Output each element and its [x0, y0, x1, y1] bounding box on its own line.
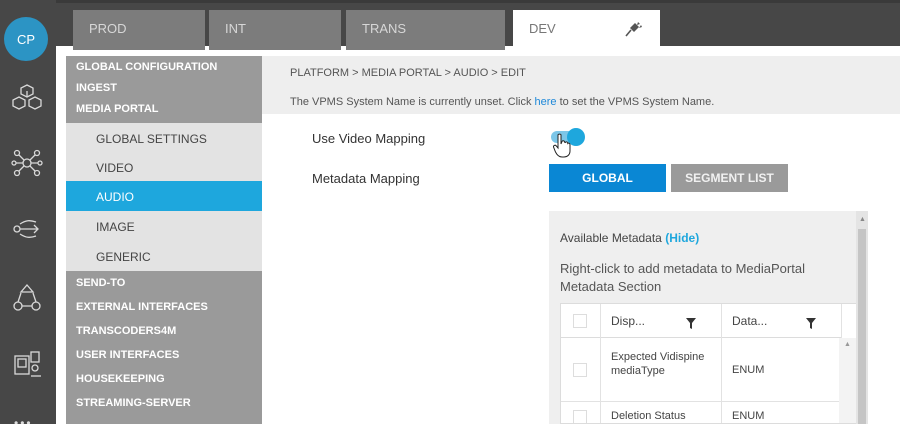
- scroll-up-icon[interactable]: ▲: [859, 216, 866, 223]
- app-logo[interactable]: CP: [4, 17, 48, 61]
- metadata-mapping-label: Metadata Mapping: [312, 171, 420, 186]
- use-video-mapping-label: Use Video Mapping: [312, 131, 426, 146]
- grid-scrollbar[interactable]: ▲: [839, 338, 856, 423]
- nav-generic[interactable]: GENERIC: [66, 241, 262, 271]
- metadata-grid: Disp... Data... Expected Vidispine media…: [560, 303, 857, 424]
- select-all-checkbox[interactable]: [573, 314, 587, 328]
- table-row[interactable]: Expected Vidispine mediaType ENUM: [561, 338, 841, 402]
- table-row[interactable]: Deletion Status ENUM: [561, 402, 841, 423]
- network-icon[interactable]: [10, 146, 44, 180]
- nav-transcoders4m[interactable]: TRANSCODERS4M: [66, 319, 262, 343]
- nav-external-interfaces[interactable]: EXTERNAL INTERFACES: [66, 295, 262, 319]
- column-display-name[interactable]: Disp...: [611, 314, 645, 328]
- scroll-up-icon[interactable]: ▲: [844, 341, 851, 348]
- icon-rail: CP •••: [0, 0, 56, 424]
- segment-list-button[interactable]: SEGMENT LIST: [671, 164, 788, 192]
- header-bar: PLATFORM > MEDIA PORTAL > AUDIO > EDIT T…: [262, 56, 900, 114]
- nav-housekeeping[interactable]: HOUSEKEEPING: [66, 367, 262, 391]
- notice-text-after: to set the VPMS System Name.: [556, 96, 715, 108]
- row-display-name: Deletion Status: [611, 410, 686, 422]
- available-metadata-heading: Available Metadata: [560, 231, 662, 245]
- tab-dev[interactable]: DEV: [513, 10, 660, 50]
- nav-streaming-server[interactable]: STREAMING-SERVER: [66, 391, 262, 415]
- tab-trans[interactable]: TRANS: [346, 10, 505, 50]
- system-name-notice: The VPMS System Name is currently unset.…: [290, 96, 714, 108]
- breadcrumb: PLATFORM > MEDIA PORTAL > AUDIO > EDIT: [290, 67, 526, 79]
- nav-global-settings[interactable]: GLOBAL SETTINGS: [66, 123, 262, 152]
- metadata-hint: Right-click to add metadata to MediaPort…: [560, 261, 805, 294]
- tab-dev-label: DEV: [529, 21, 556, 36]
- tab-int[interactable]: INT: [209, 10, 341, 50]
- notice-text-before: The VPMS System Name is currently unset.…: [290, 96, 535, 108]
- available-metadata-title: Available Metadata (Hide): [560, 231, 699, 245]
- nav-send-to[interactable]: SEND-TO: [66, 271, 262, 295]
- nav-media-portal[interactable]: MEDIA PORTAL: [66, 98, 262, 119]
- nav-audio[interactable]: AUDIO: [66, 181, 262, 211]
- nav-image[interactable]: IMAGE: [66, 211, 262, 241]
- row-display-name: Expected Vidispine mediaType: [611, 351, 705, 377]
- environment-tab-bar: PROD INT TRANS DEV: [56, 0, 900, 50]
- global-button[interactable]: GLOBAL: [549, 164, 666, 192]
- cubes-icon[interactable]: [10, 80, 44, 114]
- row-data-type: ENUM: [732, 364, 765, 376]
- grid-header: Disp... Data...: [561, 304, 841, 338]
- scrollbar-thumb[interactable]: [858, 229, 866, 424]
- set-system-name-link[interactable]: here: [535, 96, 557, 108]
- nav-user-interfaces[interactable]: USER INTERFACES: [66, 343, 262, 367]
- row-checkbox[interactable]: [573, 410, 587, 423]
- more-icon[interactable]: •••: [14, 416, 33, 424]
- devices-icon[interactable]: [10, 346, 44, 380]
- nav-video[interactable]: VIDEO: [66, 152, 262, 181]
- workflow-icon[interactable]: [10, 280, 44, 314]
- column-data-type[interactable]: Data...: [732, 314, 767, 328]
- hide-metadata-link[interactable]: (Hide): [665, 231, 699, 245]
- flow-arrows-icon[interactable]: [10, 212, 44, 246]
- plug-icon[interactable]: [625, 21, 643, 40]
- hand-cursor-icon: [553, 133, 571, 164]
- filter-icon[interactable]: [686, 316, 696, 334]
- row-checkbox[interactable]: [573, 363, 587, 377]
- filter-icon[interactable]: [806, 316, 816, 334]
- panel-scrollbar[interactable]: ▲: [856, 211, 868, 424]
- nav-ingest[interactable]: INGEST: [66, 77, 262, 98]
- settings-nav: GLOBAL CONFIGURATION INGEST MEDIA PORTAL…: [66, 56, 262, 424]
- tab-prod[interactable]: PROD: [73, 10, 205, 50]
- row-data-type: ENUM: [732, 410, 765, 422]
- nav-global-configuration[interactable]: GLOBAL CONFIGURATION: [66, 56, 262, 77]
- available-metadata-panel: Available Metadata (Hide) Right-click to…: [549, 211, 868, 424]
